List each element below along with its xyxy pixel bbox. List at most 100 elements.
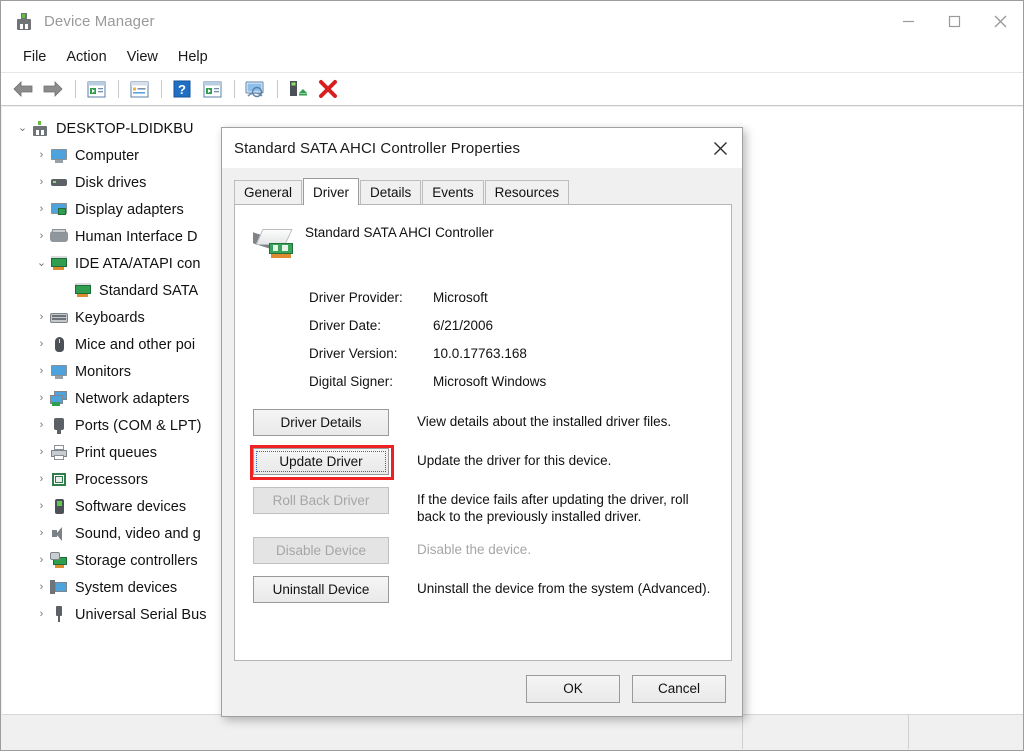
- chevron-right-icon[interactable]: ›: [33, 231, 50, 242]
- chevron-right-icon[interactable]: ›: [33, 366, 50, 377]
- toolbar-separator: [161, 80, 162, 98]
- tab-events[interactable]: Events: [422, 180, 484, 204]
- help-icon[interactable]: ?: [168, 76, 196, 102]
- menu-action[interactable]: Action: [56, 46, 116, 68]
- scan-for-hardware-changes-icon[interactable]: [198, 76, 226, 102]
- disable-device-button-label: Disable Device: [275, 543, 367, 558]
- chevron-right-icon[interactable]: ›: [33, 339, 50, 350]
- chevron-right-icon[interactable]: ›: [33, 609, 50, 620]
- menu-file[interactable]: File: [13, 46, 56, 68]
- uninstall-device-row: Uninstall Device Uninstall the device fr…: [253, 576, 731, 603]
- disable-device-row: Disable Device Disable the device.: [253, 537, 731, 564]
- chevron-right-icon[interactable]: ›: [33, 420, 50, 431]
- svg-text:?: ?: [178, 82, 186, 97]
- close-button[interactable]: [977, 2, 1023, 42]
- status-pane-tertiary: [909, 715, 1023, 749]
- tree-node-label: DESKTOP-LDIDKBU: [56, 120, 194, 137]
- toolbar-separator: [118, 80, 119, 98]
- driver-provider-label: Driver Provider:: [309, 289, 403, 305]
- menu-help[interactable]: Help: [168, 46, 218, 68]
- back-arrow-icon[interactable]: [9, 76, 37, 102]
- show-hide-console-tree-icon[interactable]: [82, 76, 110, 102]
- system-device-icon: [50, 579, 68, 596]
- tree-node-label: Keyboards: [75, 309, 145, 326]
- driver-details-button[interactable]: Driver Details: [253, 409, 389, 436]
- driver-date-value: 6/21/2006: [433, 317, 494, 333]
- forward-arrow-icon[interactable]: [39, 76, 67, 102]
- update-driver-row: Update Driver Update the driver for this…: [250, 445, 731, 480]
- tree-node-label: Universal Serial Bus: [75, 606, 207, 623]
- digital-signer-value: Microsoft Windows: [433, 373, 547, 389]
- chevron-down-icon[interactable]: ⌄: [14, 123, 31, 134]
- uninstall-device-icon[interactable]: [314, 76, 342, 102]
- toolbar-separator: [277, 80, 278, 98]
- maximize-button[interactable]: [931, 2, 977, 42]
- dialog-footer: OK Cancel: [222, 661, 742, 716]
- monitor-icon: [50, 363, 68, 380]
- tree-node-label: Mice and other poi: [75, 336, 196, 353]
- network-adapter-icon: [50, 390, 68, 407]
- ide-controller-icon: [50, 255, 68, 272]
- status-bar: [2, 714, 1023, 749]
- disk-drive-icon: [50, 174, 68, 191]
- driver-version-row: Driver Version: 10.0.17763.168: [309, 339, 731, 367]
- monitor-icon: [50, 147, 68, 164]
- driver-tab-panel: Standard SATA AHCI Controller Driver Pro…: [234, 204, 732, 661]
- cancel-button[interactable]: Cancel: [632, 674, 726, 703]
- ok-button[interactable]: OK: [526, 674, 620, 703]
- menu-view[interactable]: View: [117, 46, 168, 68]
- tab-details[interactable]: Details: [360, 180, 422, 204]
- menu-bar: File Action View Help: [1, 42, 1023, 73]
- update-driver-description: Update the driver for this device.: [417, 453, 612, 468]
- device-header: Standard SATA AHCI Controller: [235, 205, 731, 261]
- driver-version-value: 10.0.17763.168: [433, 345, 527, 361]
- minimize-button[interactable]: [885, 2, 931, 42]
- driver-details-button-label: Driver Details: [280, 415, 362, 430]
- chevron-right-icon[interactable]: ›: [33, 177, 50, 188]
- status-pane-main: [2, 715, 743, 749]
- chevron-right-icon[interactable]: ›: [33, 204, 50, 215]
- tab-general[interactable]: General: [234, 180, 303, 204]
- port-icon: [50, 417, 68, 434]
- driver-info-list: Driver Provider: Microsoft Driver Date: …: [309, 283, 731, 395]
- tree-node-label: Monitors: [75, 363, 131, 380]
- tree-node-label: System devices: [75, 579, 178, 596]
- tree-node-label: Print queues: [75, 444, 158, 461]
- driver-provider-row: Driver Provider: Microsoft: [309, 283, 731, 311]
- chevron-right-icon[interactable]: ›: [33, 312, 50, 323]
- chevron-right-icon[interactable]: ›: [33, 555, 50, 566]
- tree-node-label: Processors: [75, 471, 149, 488]
- tree-node-label: Display adapters: [75, 201, 184, 218]
- tab-resources[interactable]: Resources: [484, 180, 570, 204]
- keyboard-icon: [50, 309, 68, 326]
- sata-controller-icon: [74, 282, 92, 299]
- display-adapter-icon: [50, 201, 68, 218]
- chevron-down-icon[interactable]: ⌄: [33, 258, 50, 269]
- chevron-right-icon[interactable]: ›: [33, 528, 50, 539]
- update-driver-icon[interactable]: [241, 76, 269, 102]
- properties-icon[interactable]: [125, 76, 153, 102]
- dialog-close-button[interactable]: [698, 129, 742, 167]
- driver-provider-value: Microsoft: [433, 289, 488, 305]
- uninstall-device-button[interactable]: Uninstall Device: [253, 576, 389, 603]
- disable-device-icon[interactable]: [284, 76, 312, 102]
- chevron-right-icon[interactable]: ›: [33, 501, 50, 512]
- dialog-titlebar: Standard SATA AHCI Controller Properties: [222, 128, 742, 168]
- chevron-right-icon[interactable]: ›: [33, 582, 50, 593]
- chevron-right-icon[interactable]: ›: [33, 393, 50, 404]
- tree-node-label: Standard SATA: [99, 282, 199, 299]
- roll-back-driver-row: Roll Back Driver If the device fails aft…: [253, 487, 731, 525]
- toolbar: ?: [1, 73, 1023, 106]
- tab-driver[interactable]: Driver: [303, 178, 360, 205]
- chevron-right-icon[interactable]: ›: [33, 447, 50, 458]
- chevron-right-icon[interactable]: ›: [33, 474, 50, 485]
- sound-device-icon: [50, 525, 68, 542]
- dialog-title: Standard SATA AHCI Controller Properties: [234, 139, 521, 157]
- chevron-right-icon[interactable]: ›: [33, 150, 50, 161]
- roll-back-driver-button: Roll Back Driver: [253, 487, 389, 514]
- uninstall-device-button-label: Uninstall Device: [272, 582, 370, 597]
- tree-node-label: Software devices: [75, 498, 187, 515]
- mouse-icon: [50, 336, 68, 353]
- update-driver-button[interactable]: Update Driver: [250, 445, 394, 480]
- driver-date-label: Driver Date:: [309, 317, 382, 333]
